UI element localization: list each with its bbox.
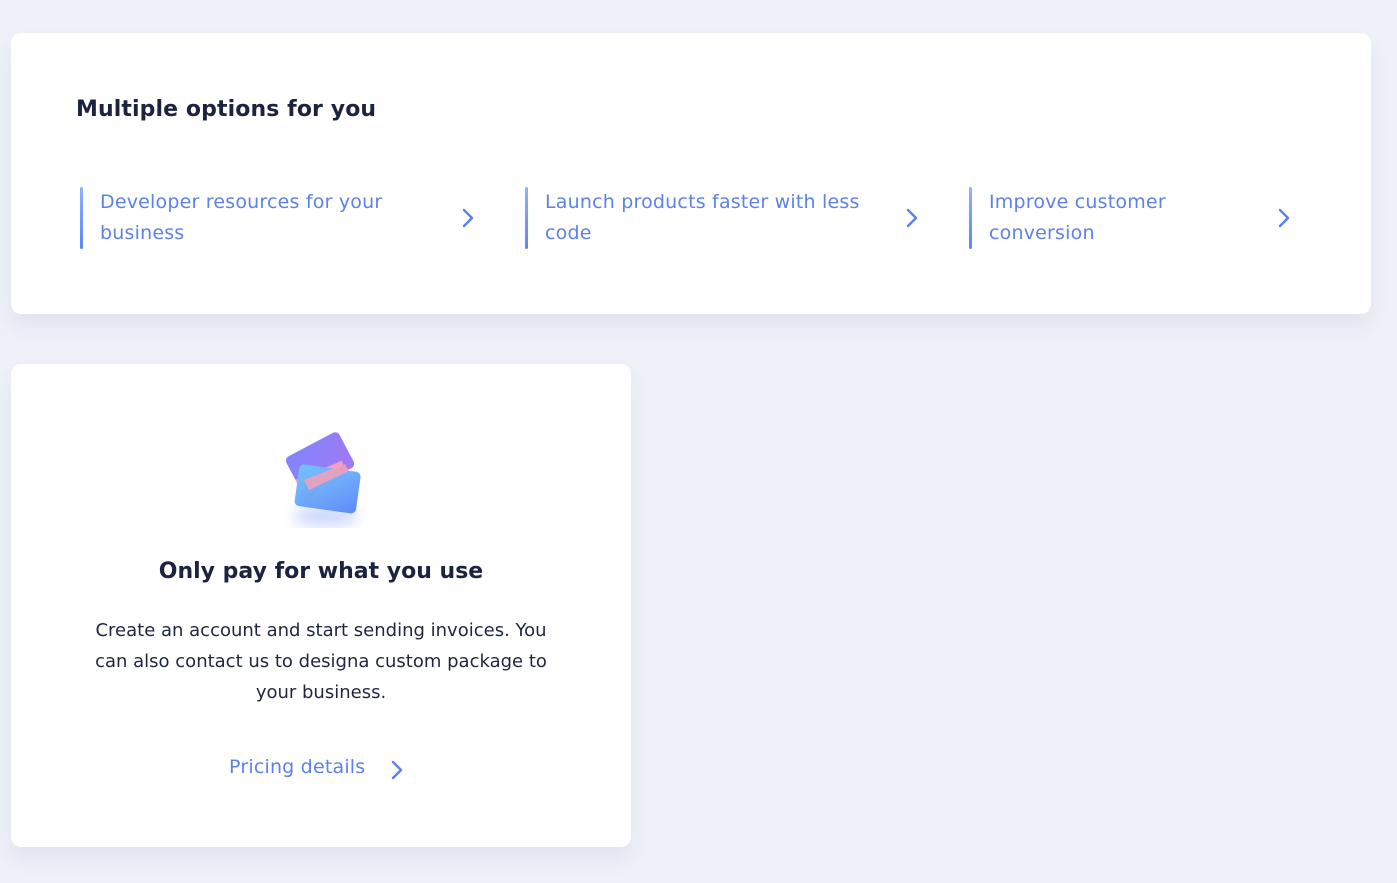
- option-accent-bar: [969, 187, 972, 249]
- option-label: Improve customer conversion: [989, 191, 1166, 244]
- option-accent-bar: [525, 187, 528, 249]
- option-customer-conversion[interactable]: Improve customer conversion: [969, 187, 1299, 249]
- option-accent-bar: [80, 187, 83, 249]
- pricing-description: Create an account and start sending invo…: [95, 620, 547, 703]
- chevron-right-icon: [906, 208, 918, 228]
- option-label: Developer resources for your business: [100, 191, 383, 244]
- chevron-right-icon: [462, 208, 474, 228]
- pricing-details-label: Pricing details: [229, 756, 366, 778]
- options-title: Multiple options for you: [76, 97, 377, 122]
- pricing-card: Only pay for what you use Create an acco…: [11, 364, 631, 847]
- chevron-right-icon: [1278, 208, 1290, 228]
- pricing-title: Only pay for what you use: [158, 559, 484, 584]
- option-label: Launch products faster with less code: [545, 191, 860, 244]
- payment-cards-icon: [285, 432, 361, 526]
- option-developer-resources[interactable]: Developer resources for your business: [80, 187, 480, 249]
- pricing-details-link[interactable]: Pricing details: [229, 754, 419, 784]
- option-launch-products[interactable]: Launch products faster with less code: [525, 187, 925, 249]
- chevron-right-icon: [391, 760, 403, 780]
- options-card: Multiple options for you Developer resou…: [11, 33, 1371, 314]
